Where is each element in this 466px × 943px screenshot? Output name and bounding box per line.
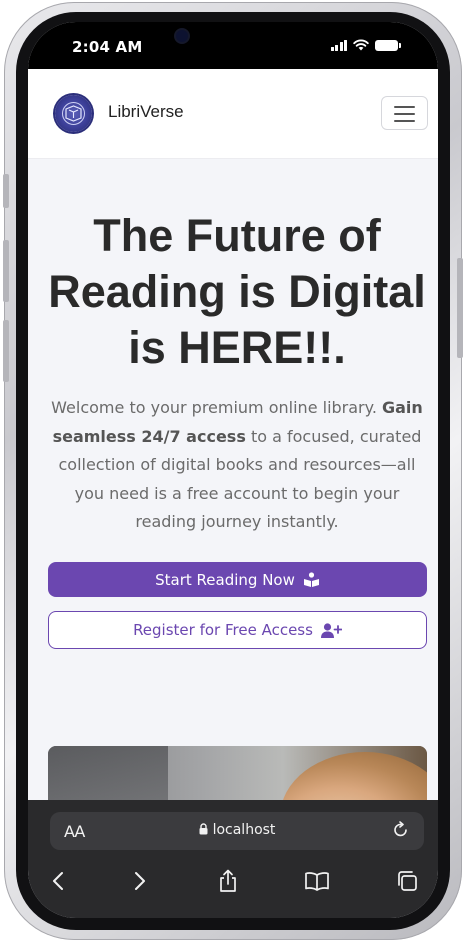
hero-description-intro: Welcome to your premium online library.: [51, 398, 377, 417]
tabs-icon: [398, 871, 417, 891]
battery-icon: [375, 39, 401, 51]
status-time: 2:04 AM: [72, 38, 143, 56]
forward-button[interactable]: [125, 866, 155, 896]
menu-toggle-button[interactable]: [381, 96, 428, 130]
register-label: Register for Free Access: [133, 621, 313, 639]
hero-title: The Future of Reading is Digital is HERE…: [48, 210, 426, 373]
back-icon: [53, 872, 63, 890]
user-plus-icon: [320, 622, 342, 638]
forward-icon: [135, 872, 145, 890]
navbar: LibriVerse: [28, 69, 438, 159]
address-bar[interactable]: AA localhost: [50, 812, 424, 850]
front-camera: [176, 30, 188, 42]
bookmarks-button[interactable]: [302, 866, 332, 896]
volume-up-button: [3, 240, 9, 302]
screen: 2:04 AM LibriVerse The Future of Reading…: [28, 22, 438, 918]
bookmarks-icon: [305, 872, 329, 891]
hamburger-line: [394, 120, 415, 122]
tabs-button[interactable]: [392, 866, 422, 896]
logo-emblem-icon: [62, 102, 85, 125]
share-icon: [220, 869, 236, 892]
reload-icon[interactable]: [392, 821, 410, 839]
navigation-toolbar: [28, 866, 438, 896]
share-button[interactable]: [213, 866, 243, 896]
back-button[interactable]: [43, 866, 73, 896]
wifi-icon: [353, 39, 369, 51]
mute-switch: [3, 174, 9, 208]
hamburger-line: [394, 106, 415, 108]
url-display: localhost: [50, 822, 424, 838]
start-reading-button[interactable]: Start Reading Now: [48, 562, 427, 597]
status-icons: [330, 39, 401, 51]
lock-icon: [199, 823, 208, 835]
browser-toolbar: AA localhost: [28, 800, 438, 918]
register-button[interactable]: Register for Free Access: [48, 611, 427, 649]
cellular-signal-icon: [330, 39, 347, 51]
hero-description: Welcome to your premium online library. …: [46, 394, 428, 537]
brand-logo[interactable]: [55, 95, 92, 132]
brand-name[interactable]: LibriVerse: [108, 102, 184, 122]
status-bar: 2:04 AM: [28, 22, 438, 69]
url-text: localhost: [212, 822, 276, 838]
start-reading-label: Start Reading Now: [155, 570, 295, 589]
hamburger-line: [394, 113, 415, 115]
volume-down-button: [3, 320, 9, 382]
power-button: [457, 258, 463, 358]
book-reader-icon: [303, 572, 319, 587]
